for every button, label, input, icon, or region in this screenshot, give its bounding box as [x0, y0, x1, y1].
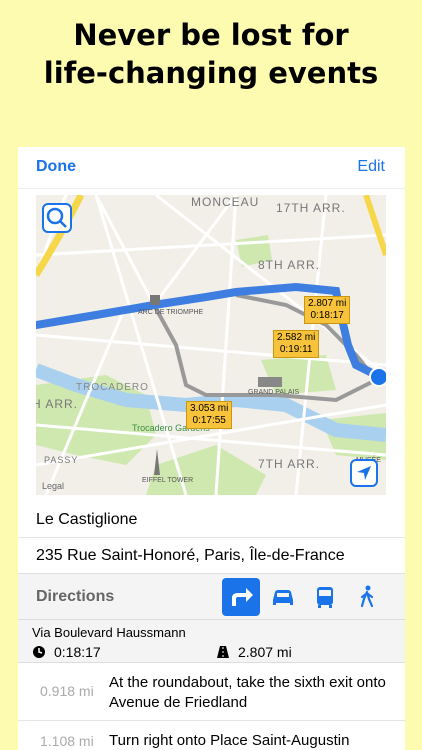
step-distance: 1.108 mi	[40, 733, 94, 749]
step-distance: 0.918 mi	[40, 683, 94, 699]
map-canvas	[36, 195, 386, 495]
directions-icon	[232, 588, 253, 606]
map-label-eiffel-tower: EIFFEL TOWER	[142, 477, 194, 484]
map-label-trocadero: TROCADERO	[76, 382, 149, 393]
done-button[interactable]: Done	[36, 158, 76, 176]
place-address: 235 Rue Saint-Honoré, Paris, Île-de-Fran…	[36, 547, 345, 564]
location-arrow-icon	[357, 466, 371, 480]
map-view[interactable]: MONCEAU 17TH ARR. 8TH ARR. TROCADERO H A…	[36, 195, 386, 495]
route-tag-distance: 3.053 mi	[190, 403, 229, 414]
direction-step[interactable]: 1.108 mi Turn right onto Place Saint-Aug…	[18, 721, 405, 750]
place-name: Le Castiglione	[36, 511, 138, 528]
walk-mode-button[interactable]	[348, 578, 386, 616]
route-tag-3[interactable]: 3.053 mi 0:17:55	[186, 401, 233, 429]
route-tag-1[interactable]: 2.807 mi 0:18:17	[304, 296, 351, 324]
road-icon	[217, 646, 229, 658]
map-legal-link[interactable]: Legal	[42, 481, 64, 491]
map-label-8th-arr: 8TH ARR.	[258, 258, 321, 272]
transit-icon	[317, 587, 333, 608]
route-via: Via Boulevard Haussmann	[32, 625, 186, 640]
map-label-monceau: MONCEAU	[191, 195, 260, 209]
route-tag-distance: 2.582 mi	[277, 332, 316, 343]
route-tag-time: 0:17:55	[192, 415, 226, 426]
directions-mode-button[interactable]	[222, 578, 260, 616]
search-icon	[46, 207, 67, 228]
route-tag-2[interactable]: 2.582 mi 0:19:11	[273, 330, 320, 358]
map-label-arc-de-triomphe: ARC DE TRIOMPHE	[138, 309, 204, 316]
headline: Never be lost for life-changing events	[0, 16, 422, 92]
navigation-bar: Done Edit	[18, 147, 405, 189]
map-label-7th-arr: 7TH ARR.	[258, 457, 321, 471]
clock-icon	[33, 646, 45, 658]
route-tag-time: 0:19:11	[279, 344, 313, 355]
place-name-row: Le Castiglione	[18, 502, 405, 537]
route-tag-time: 0:18:17	[310, 310, 344, 321]
route-duration: 0:18:17	[54, 644, 101, 660]
map-label-passy: PASSY	[44, 455, 79, 465]
headline-line-2: life-changing events	[43, 56, 379, 90]
phone-screen: Done Edit MONCEAU 17TH ARR. 8TH ARR. TRO…	[18, 147, 405, 750]
map-label-16th-arr: H ARR.	[36, 397, 79, 411]
car-icon	[273, 590, 293, 605]
directions-header: Directions	[18, 573, 405, 619]
walk-icon	[360, 585, 374, 608]
route-distance: 2.807 mi	[238, 644, 292, 660]
headline-line-1: Never be lost for	[73, 18, 349, 52]
edit-button[interactable]: Edit	[357, 158, 385, 176]
transit-mode-button[interactable]	[306, 578, 344, 616]
directions-title: Directions	[36, 588, 115, 605]
car-mode-button[interactable]	[264, 578, 302, 616]
map-search-button[interactable]	[42, 203, 72, 233]
map-label-17th-arr: 17TH ARR.	[276, 201, 346, 215]
route-tag-distance: 2.807 mi	[308, 298, 347, 309]
step-instruction: Turn right onto Place Saint-Augustin	[109, 732, 350, 749]
step-instruction: At the roundabout, take the sixth exit o…	[109, 674, 386, 711]
current-location-button[interactable]	[350, 459, 378, 487]
map-label-grand-palais: GRAND PALAIS	[248, 389, 300, 396]
route-summary[interactable]: Via Boulevard Haussmann 0:18:17 2.807 mi	[18, 619, 405, 663]
direction-step[interactable]: 0.918 mi At the roundabout, take the six…	[18, 663, 405, 721]
place-address-row: 235 Rue Saint-Honoré, Paris, Île-de-Fran…	[18, 537, 405, 573]
